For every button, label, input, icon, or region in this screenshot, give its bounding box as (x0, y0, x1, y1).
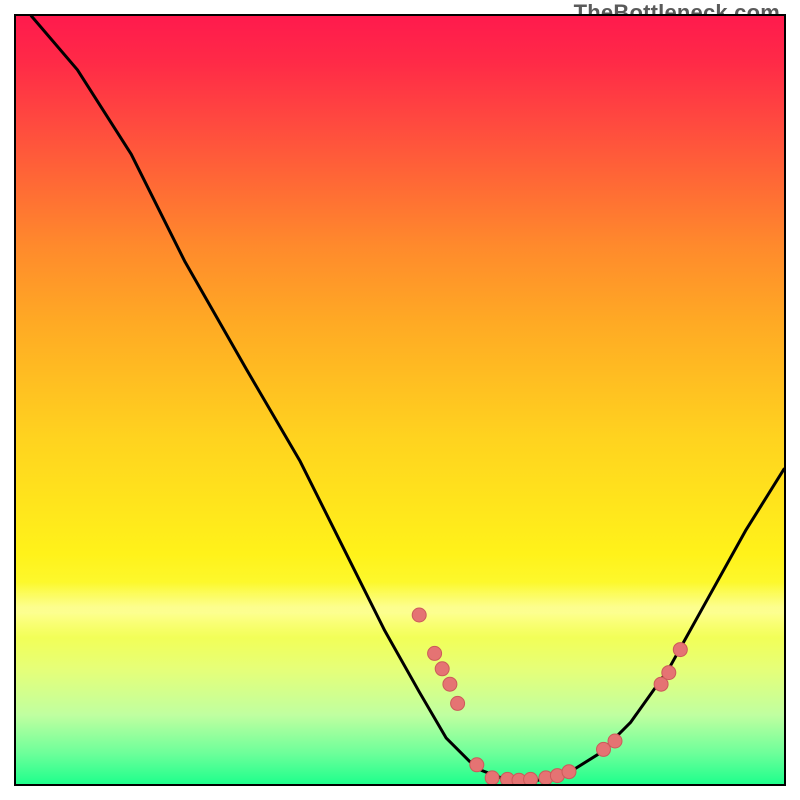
highlight-dot (451, 696, 465, 710)
highlight-dot (435, 662, 449, 676)
highlight-dot (673, 643, 687, 657)
highlight-dot (470, 758, 484, 772)
chart-svg-layer (16, 16, 784, 784)
highlight-dot (562, 765, 576, 779)
highlight-dot (524, 772, 538, 784)
highlight-dot (443, 677, 457, 691)
highlight-dot (485, 771, 499, 784)
highlight-dot (412, 608, 426, 622)
highlight-dot (662, 666, 676, 680)
highlight-dot (428, 646, 442, 660)
highlight-dot (608, 734, 622, 748)
highlight-dots-group (412, 608, 687, 784)
chart-frame (14, 14, 786, 786)
